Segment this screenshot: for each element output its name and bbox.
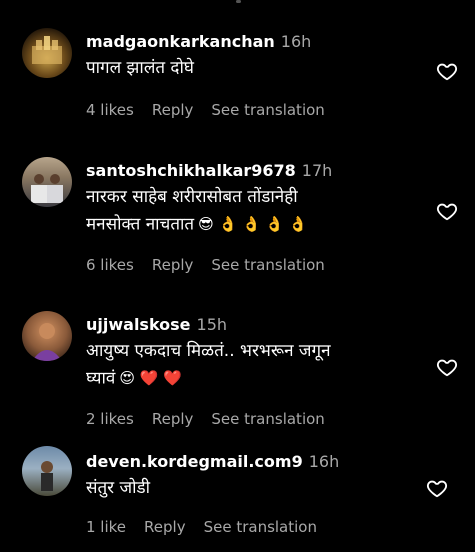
like-heart-icon[interactable] <box>436 60 458 82</box>
emoji-group: 😍 ❤️ ❤️ <box>119 369 182 387</box>
comment-username[interactable]: ujjwalskose 15h <box>86 315 227 334</box>
comment-actions: 4 likes Reply See translation <box>86 101 343 119</box>
likes-count[interactable]: 1 like <box>86 518 126 536</box>
comment-actions: 6 likes Reply See translation <box>86 256 343 274</box>
comment-line: पागल झालंत दोघे <box>86 58 194 78</box>
comment-text: संतुर जोडी <box>86 475 150 502</box>
avatar-image <box>41 461 53 491</box>
see-translation-button[interactable]: See translation <box>204 518 317 536</box>
comment-username[interactable]: santoshchikhalkar9678 17h <box>86 161 332 180</box>
username-text[interactable]: santoshchikhalkar9678 <box>86 161 296 180</box>
likes-count[interactable]: 6 likes <box>86 256 134 274</box>
avatar[interactable] <box>22 157 72 207</box>
reply-button[interactable]: Reply <box>144 518 186 536</box>
like-heart-icon[interactable] <box>426 477 448 499</box>
avatar-image <box>32 36 62 64</box>
comment-timestamp: 17h <box>301 161 333 180</box>
see-translation-button[interactable]: See translation <box>211 101 324 119</box>
comment-line: मनसोक्त नाचतात 😎 👌 👌 👌 👌 <box>86 211 308 239</box>
avatar[interactable] <box>22 446 72 496</box>
username-text[interactable]: madgaonkarkanchan <box>86 32 275 51</box>
avatar-image <box>31 174 63 203</box>
see-translation-button[interactable]: See translation <box>211 256 324 274</box>
comment-timestamp: 15h <box>196 315 228 334</box>
reply-button[interactable]: Reply <box>152 101 194 119</box>
username-text[interactable]: deven.kordegmail.com9 <box>86 452 303 471</box>
comment-line: आयुष्य एकदाच मिळतं.. भरभरून जगून <box>86 341 331 361</box>
avatar[interactable] <box>22 28 72 78</box>
avatar-image <box>32 323 62 361</box>
comment-line: नारकर साहेब शरीरासोबत तोंडानेही <box>86 187 298 207</box>
comment-line: घ्यावं 😍 ❤️ ❤️ <box>86 365 331 393</box>
comment-text: पागल झालंत दोघे <box>86 55 194 82</box>
comment-timestamp: 16h <box>280 32 312 51</box>
comment-username[interactable]: deven.kordegmail.com9 16h <box>86 452 339 471</box>
likes-count[interactable]: 4 likes <box>86 101 134 119</box>
comment-username[interactable]: madgaonkarkanchan 16h <box>86 32 311 51</box>
see-translation-button[interactable]: See translation <box>211 410 324 428</box>
scroll-indicator <box>236 0 241 3</box>
emoji-group: 😎 👌 👌 👌 👌 <box>198 215 308 233</box>
like-heart-icon[interactable] <box>436 356 458 378</box>
username-text[interactable]: ujjwalskose <box>86 315 191 334</box>
comment-text: नारकर साहेब शरीरासोबत तोंडानेही मनसोक्त … <box>86 184 308 239</box>
comment-timestamp: 16h <box>308 452 340 471</box>
comment-actions: 2 likes Reply See translation <box>86 410 343 428</box>
comment-text: आयुष्य एकदाच मिळतं.. भरभरून जगून घ्यावं 😍… <box>86 338 331 393</box>
comment-line: संतुर जोडी <box>86 478 151 498</box>
reply-button[interactable]: Reply <box>152 410 194 428</box>
like-heart-icon[interactable] <box>436 200 458 222</box>
likes-count[interactable]: 2 likes <box>86 410 134 428</box>
comment-actions: 1 like Reply See translation <box>86 518 335 536</box>
avatar[interactable] <box>22 311 72 361</box>
reply-button[interactable]: Reply <box>152 256 194 274</box>
